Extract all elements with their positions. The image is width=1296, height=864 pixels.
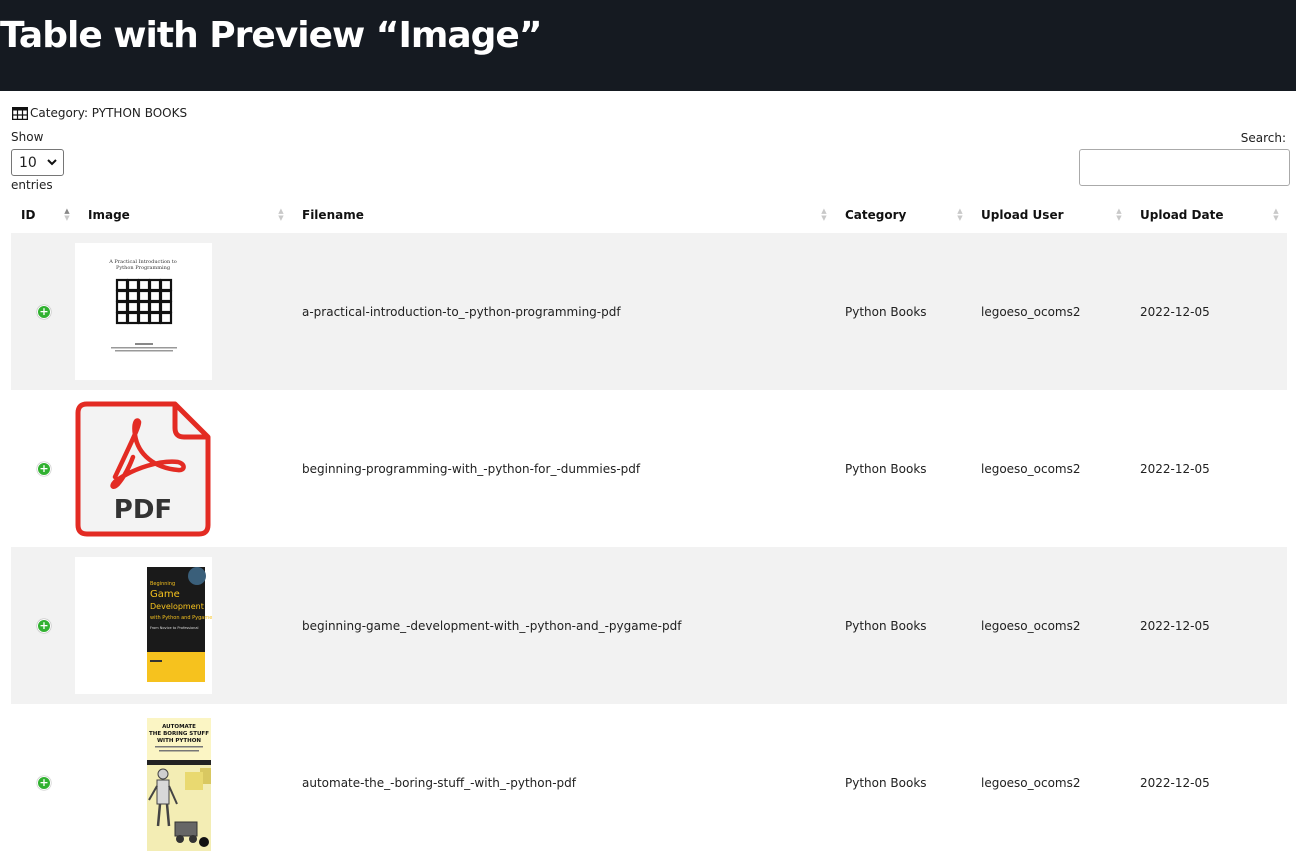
book-cover-image[interactable]: AUTOMATE THE BORING STUFF WITH PYTHON — [75, 714, 212, 851]
search-label: Search: — [1240, 131, 1286, 145]
sort-icon: ▲ ▼ — [821, 207, 827, 222]
category-cell: Python Books — [845, 304, 927, 319]
book-cover-image[interactable]: Beginning Game Development with Python a… — [75, 557, 212, 694]
table-header-row: ID ▲ ▼ Image ▲ ▼ Filename ▲ ▼ Category ▲ ▼ Uploa… — [11, 197, 1287, 233]
upload-date-cell: 2022-12-05 — [1140, 304, 1210, 319]
upload-date-cell: 2022-12-05 — [1140, 618, 1210, 633]
column-header-upload-user[interactable]: Upload User ▲ ▼ — [971, 197, 1130, 233]
entries-per-page-value: 10 — [19, 154, 37, 171]
sort-icon: ▲ ▼ — [957, 207, 963, 222]
book-cover-image[interactable]: A Practical Introduction to Python Progr… — [75, 243, 212, 380]
image-cell: A Practical Introduction to Python Progr… — [75, 233, 292, 390]
upload-user-cell: legoeso_ocoms2 — [981, 304, 1081, 319]
svg-text:WITH PYTHON: WITH PYTHON — [157, 738, 201, 744]
id-cell: + — [11, 704, 78, 861]
table-row: + A Practical Introduction to Python Pro… — [11, 233, 1287, 390]
category-caption: Category: PYTHON BOOKS — [12, 105, 187, 121]
pdf-file-icon[interactable]: PDF — [75, 400, 212, 537]
category-cell: Python Books — [845, 618, 927, 633]
svg-text:PDF: PDF — [114, 495, 172, 525]
upload-date-cell: 2022-12-05 — [1140, 461, 1210, 476]
entries-per-page-select[interactable]: 10 — [11, 149, 64, 176]
expand-row-icon[interactable]: + — [37, 776, 51, 790]
show-label: Show — [11, 130, 44, 144]
filename-cell: beginning-programming-with_-python-for_-… — [302, 461, 641, 476]
id-cell: + — [11, 233, 78, 390]
sort-icon: ▲ ▼ — [278, 207, 284, 222]
upload-user-cell: legoeso_ocoms2 — [981, 618, 1081, 633]
column-header-image[interactable]: Image ▲ ▼ — [78, 197, 292, 233]
upload-user-cell: legoeso_ocoms2 — [981, 461, 1081, 476]
column-header-id[interactable]: ID ▲ ▼ — [11, 197, 78, 233]
upload-date-cell: 2022-12-05 — [1140, 775, 1210, 790]
svg-text:THE BORING STUFF: THE BORING STUFF — [149, 731, 209, 737]
column-header-upload-date[interactable]: Upload Date ▲ ▼ — [1130, 197, 1287, 233]
table-row: + PDF beginning-programming-with_-python… — [11, 390, 1287, 547]
image-cell: Beginning Game Development with Python a… — [75, 547, 292, 704]
files-table: ID ▲ ▼ Image ▲ ▼ Filename ▲ ▼ Category ▲ ▼ Uploa… — [11, 197, 1287, 861]
svg-text:Beginning: Beginning — [150, 581, 175, 587]
svg-text:with Python and Pygame: with Python and Pygame — [150, 615, 212, 621]
filename-cell: beginning-game_-development-with_-python… — [302, 618, 682, 633]
sort-asc-icon: ▲ ▼ — [64, 207, 70, 222]
svg-text:From Novice to Professional: From Novice to Professional — [150, 626, 198, 630]
column-header-filename[interactable]: Filename ▲ ▼ — [292, 197, 835, 233]
filename-cell: a-practical-introduction-to_-python-prog… — [302, 304, 621, 319]
sort-icon: ▲ ▼ — [1273, 207, 1279, 222]
id-cell: + — [11, 547, 78, 704]
id-cell: + — [11, 390, 78, 547]
table-row: + Beginning Game Development with Python… — [11, 547, 1287, 704]
svg-text:AUTOMATE: AUTOMATE — [162, 724, 196, 730]
category-cell: Python Books — [845, 461, 927, 476]
svg-text:Development: Development — [150, 602, 204, 611]
upload-user-cell: legoeso_ocoms2 — [981, 775, 1081, 790]
category-label: Category: PYTHON BOOKS — [30, 106, 188, 120]
sort-icon: ▲ ▼ — [1116, 207, 1122, 222]
svg-text:Python Programming: Python Programming — [116, 265, 171, 271]
svg-text:Game: Game — [150, 589, 180, 600]
search-input[interactable] — [1079, 149, 1290, 186]
expand-row-icon[interactable]: + — [37, 462, 51, 476]
chevron-down-icon — [47, 159, 57, 166]
table-icon — [12, 106, 28, 120]
page-title: Table with Preview “Image” — [0, 15, 543, 56]
expand-row-icon[interactable]: + — [37, 619, 51, 633]
entries-label: entries — [11, 178, 53, 192]
image-cell: PDF — [75, 390, 292, 547]
category-cell: Python Books — [845, 775, 927, 790]
filename-cell: automate-the_-boring-stuff_-with_-python… — [302, 775, 576, 790]
column-header-category[interactable]: Category ▲ ▼ — [835, 197, 971, 233]
expand-row-icon[interactable]: + — [37, 305, 51, 319]
header-banner: Table with Preview “Image” — [0, 0, 1296, 91]
table-row: + AUTOMATE THE BORING STUFF WITH PYTHON — [11, 704, 1287, 861]
image-cell: AUTOMATE THE BORING STUFF WITH PYTHON — [78, 704, 292, 861]
